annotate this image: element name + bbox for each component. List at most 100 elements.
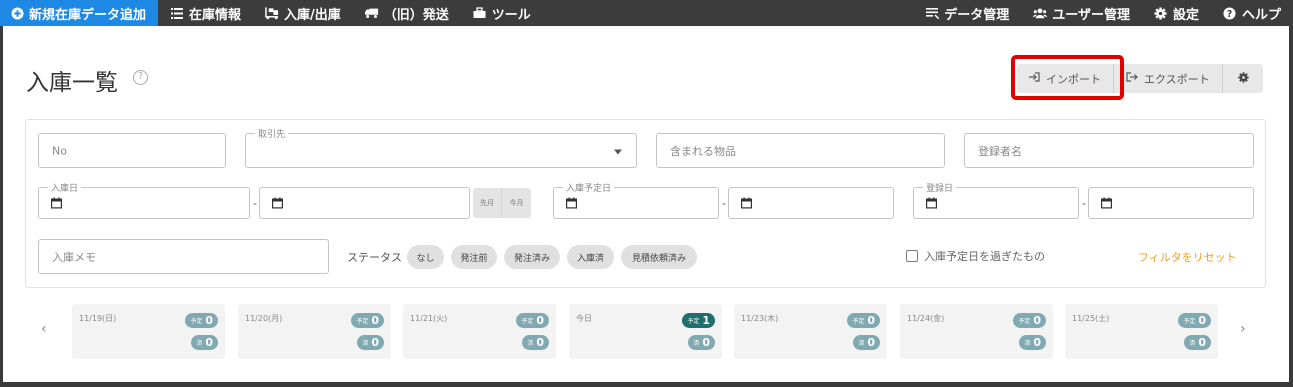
done-badge-label: 済 (1024, 340, 1031, 347)
page-title: 入庫一覧 (26, 70, 118, 96)
day-label: 11/21(火) (410, 314, 448, 323)
nav-user-management-label: ユーザー管理 (1052, 7, 1130, 23)
receive-date-to[interactable] (259, 187, 470, 219)
list-icon (170, 6, 184, 20)
nav-right-group: データ管理 ユーザー管理 設定 ? ヘルプ (913, 0, 1293, 26)
plan-count: 1 (702, 314, 710, 327)
main-panel: 入庫一覧 ? インポート エクスポート No 取引先 含まれる物品 登録者名 入… (3, 26, 1289, 382)
dolly-icon (265, 6, 279, 20)
calendar-next-arrow[interactable]: › (1240, 321, 1246, 337)
overdue-checkbox-row[interactable]: 入庫予定日を過ぎたもの (906, 248, 1045, 264)
calendar-icon (1101, 197, 1112, 209)
day-card[interactable]: 11/25(土) 予定 0 済0 (1065, 304, 1218, 359)
memo-input[interactable]: 入庫メモ (38, 239, 329, 274)
plan-badge: 予定 0 (516, 313, 549, 328)
items-input[interactable]: 含まれる物品 (656, 133, 945, 168)
plan-badge-label: 予定 (190, 318, 203, 325)
done-count: 0 (1198, 336, 1206, 349)
nav-user-management[interactable]: ユーザー管理 (1021, 0, 1142, 26)
status-chip-before-order[interactable]: 発注前 (451, 245, 497, 269)
day-card[interactable]: 11/19(日) 予定 0 済0 (72, 304, 225, 359)
done-count: 0 (1033, 336, 1041, 349)
done-count: 0 (867, 336, 875, 349)
nav-stock-info[interactable]: 在庫情報 (158, 0, 253, 26)
status-chip-ordered[interactable]: 発注済み (504, 245, 560, 269)
registrant-input[interactable]: 登録者名 (964, 133, 1254, 168)
sign-out-icon (1126, 72, 1138, 85)
reset-filter-link[interactable]: フィルタをリセット (1138, 249, 1237, 265)
nav-data-management[interactable]: データ管理 (913, 0, 1021, 26)
registered-date-legend: 登録日 (923, 181, 957, 194)
memo-placeholder: 入庫メモ (52, 250, 96, 264)
done-count: 0 (371, 336, 379, 349)
help-circle-icon[interactable]: ? (133, 70, 148, 85)
registrant-placeholder: 登録者名 (978, 144, 1022, 158)
calendar-prev-arrow[interactable]: ‹ (41, 321, 47, 337)
nav-help[interactable]: ? ヘルプ (1211, 0, 1293, 26)
export-button[interactable]: エクスポート (1114, 64, 1223, 93)
nav-add-stock[interactable]: 新規在庫データ追加 (0, 0, 159, 26)
done-badge: 済0 (191, 335, 218, 350)
nav-help-label: ヘルプ (1241, 7, 1281, 23)
day-card[interactable]: 11/24(金) 予定 0 済0 (900, 304, 1053, 359)
nav-tools[interactable]: ツール (461, 0, 543, 26)
planned-date-legend: 入庫予定日 (563, 181, 615, 194)
settings-button[interactable] (1223, 64, 1263, 93)
overdue-checkbox[interactable] (906, 250, 918, 262)
registered-date-to[interactable] (1088, 187, 1254, 219)
registered-date-dash: - (1082, 197, 1086, 210)
nav-add-stock-label: 新規在庫データ追加 (29, 7, 147, 23)
day-card-today[interactable]: 今日 予定 1 済0 (569, 304, 722, 359)
plan-badge: 予定 0 (1178, 313, 1211, 328)
day-label: 11/24(金) (907, 314, 945, 323)
status-chip-none[interactable]: なし (407, 245, 444, 269)
nav-old-shipping[interactable]: （旧）発送 (353, 0, 461, 26)
this-month-button[interactable]: 今月 (502, 188, 531, 218)
day-card[interactable]: 11/23(木) 予定 0 済0 (734, 304, 887, 359)
receive-date-from[interactable]: 入庫日 (38, 181, 250, 219)
done-badge-label: 済 (362, 340, 369, 347)
plus-circle-icon (10, 6, 24, 20)
planned-date-dash: - (722, 197, 726, 210)
planned-date-to[interactable] (728, 187, 894, 219)
nav-settings[interactable]: 設定 (1142, 0, 1211, 26)
overdue-label: 入庫予定日を過ぎたもの (924, 250, 1045, 263)
nav-stock-info-label: 在庫情報 (189, 7, 242, 23)
nav-data-management-label: データ管理 (944, 7, 1010, 23)
plan-badge-label: 予定 (521, 318, 534, 325)
month-shortcut-group: 先月 今月 (473, 188, 531, 218)
done-badge: 済0 (357, 335, 384, 350)
plan-count: 0 (1033, 314, 1041, 327)
last-month-button[interactable]: 先月 (473, 188, 502, 218)
export-label: エクスポート (1144, 72, 1210, 86)
plan-badge-label: 予定 (687, 318, 700, 325)
plan-badge: 予定 1 (682, 313, 715, 328)
plan-count: 0 (371, 314, 379, 327)
client-select[interactable]: 取引先 (245, 127, 637, 168)
plan-badge-label: 予定 (356, 318, 369, 325)
plan-badge: 予定 0 (847, 313, 880, 328)
plan-badge-label: 予定 (852, 318, 865, 325)
status-label: ステータス (347, 251, 402, 264)
calendar-icon (566, 197, 577, 209)
day-label: 11/19(日) (79, 314, 117, 323)
done-badge-label: 済 (196, 340, 203, 347)
day-label: 今日 (576, 314, 592, 323)
plan-badge: 予定 0 (185, 313, 218, 328)
no-placeholder: No (52, 144, 67, 157)
status-chip-received[interactable]: 入庫済 (567, 245, 614, 269)
nav-in-out[interactable]: 入庫/出庫 (253, 0, 353, 26)
calendar-icon (51, 197, 62, 209)
day-label: 11/20(月) (245, 314, 283, 323)
day-card[interactable]: 11/21(火) 予定 0 済0 (403, 304, 556, 359)
day-card[interactable]: 11/20(月) 予定 0 済0 (238, 304, 391, 359)
done-badge: 済0 (1184, 335, 1211, 350)
planned-date-from[interactable]: 入庫予定日 (553, 181, 719, 219)
users-icon (1033, 6, 1048, 20)
status-chip-quote-requested[interactable]: 見積依頼済み (621, 245, 697, 269)
registered-date-from[interactable]: 登録日 (913, 181, 1079, 219)
plan-badge: 予定 0 (351, 313, 384, 328)
plan-count: 0 (205, 314, 213, 327)
no-input[interactable]: No (38, 133, 226, 168)
items-placeholder: 含まれる物品 (670, 144, 736, 158)
